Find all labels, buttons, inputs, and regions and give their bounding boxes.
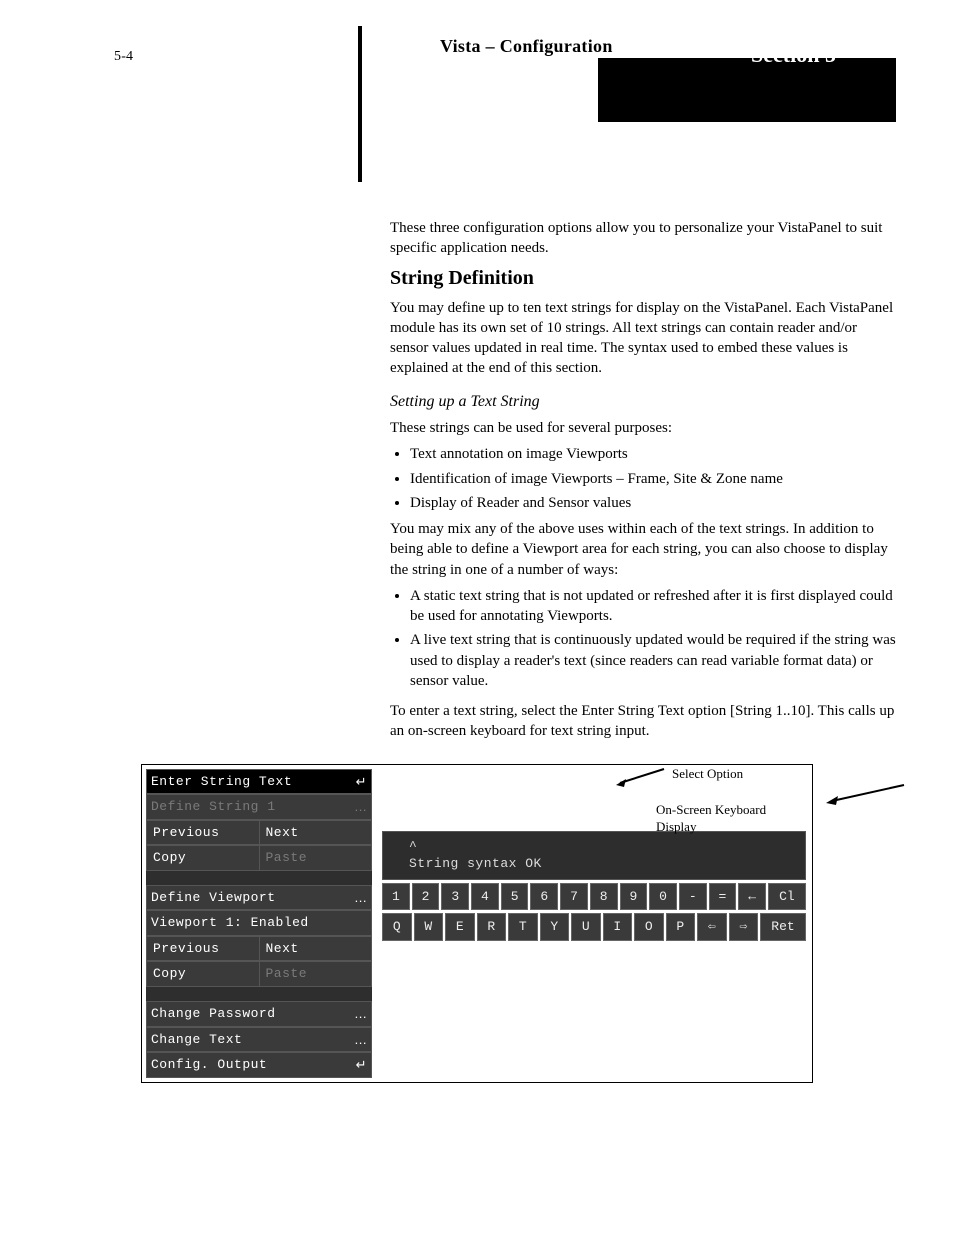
display-modes-list: A static text string that is not updated… xyxy=(390,586,898,691)
section-tab-label: Section 5 xyxy=(751,40,836,70)
key-0[interactable]: 0 xyxy=(649,883,677,911)
ellipsis-icon: ... xyxy=(355,1031,367,1049)
string-definition-p2: You may mix any of the above uses within… xyxy=(390,519,898,580)
menu-item-label: Viewport 1: Enabled xyxy=(151,914,309,932)
key-e[interactable]: E xyxy=(445,913,475,941)
key-right-arrow[interactable]: ⇨ xyxy=(729,913,759,941)
key-1[interactable]: 1 xyxy=(382,883,410,911)
previous-button[interactable]: Previous xyxy=(147,937,260,961)
key-r[interactable]: R xyxy=(477,913,507,941)
key-w[interactable]: W xyxy=(414,913,444,941)
key-i[interactable]: I xyxy=(603,913,633,941)
copy-button[interactable]: Copy xyxy=(147,962,260,986)
key-backspace[interactable]: ← xyxy=(738,883,766,911)
caret-indicator: ^ xyxy=(409,838,779,856)
key-4[interactable]: 4 xyxy=(471,883,499,911)
menu-item-change-password[interactable]: Change Password ... xyxy=(146,1001,372,1027)
key-9[interactable]: 9 xyxy=(620,883,648,911)
menu-item-change-text[interactable]: Change Text ... xyxy=(146,1027,372,1053)
return-icon: ↵ xyxy=(356,773,367,791)
menu-row-copy-paste: Copy Paste xyxy=(146,845,372,871)
menu-row-prev-next: Previous Next xyxy=(146,820,372,846)
menu-item-label: Change Text xyxy=(151,1031,242,1049)
key-y[interactable]: Y xyxy=(540,913,570,941)
key-minus[interactable]: - xyxy=(679,883,707,911)
key-u[interactable]: U xyxy=(571,913,601,941)
list-item: Display of Reader and Sensor values xyxy=(410,493,898,513)
ellipsis-icon: ... xyxy=(355,889,367,907)
key-5[interactable]: 5 xyxy=(501,883,529,911)
keyboard-row-2: Q W E R T Y U I O P ⇦ ⇨ Ret xyxy=(382,913,806,941)
paste-button[interactable]: Paste xyxy=(260,962,372,986)
list-item: A static text string that is not updated… xyxy=(410,586,898,627)
key-6[interactable]: 6 xyxy=(530,883,558,911)
previous-button[interactable]: Previous xyxy=(147,821,260,845)
intro-paragraph: These three configuration options allow … xyxy=(390,218,898,259)
callout-keyboard-display: On-Screen Keyboard Display xyxy=(656,801,808,836)
arrow-icon xyxy=(616,767,666,787)
paste-button[interactable]: Paste xyxy=(260,846,372,870)
arrow-icon xyxy=(826,783,906,805)
key-left-arrow[interactable]: ⇦ xyxy=(697,913,727,941)
menu-item-viewport-status[interactable]: Viewport 1: Enabled xyxy=(146,910,372,936)
menu-item-label: Enter String Text xyxy=(151,773,292,791)
ellipsis-icon: ... xyxy=(355,798,367,816)
keyboard-row-1: 1 2 3 4 5 6 7 8 9 0 - = ← Cl xyxy=(382,883,806,911)
key-7[interactable]: 7 xyxy=(560,883,588,911)
menu-item-label: Define Viewport xyxy=(151,889,276,907)
menu-item-label: Define String 1 xyxy=(151,798,276,816)
keyboard-display-box: ^ String syntax OK xyxy=(382,831,806,880)
string-definition-p1: You may define up to ten text strings fo… xyxy=(390,298,898,379)
key-o[interactable]: O xyxy=(634,913,664,941)
menu-item-define-viewport[interactable]: Define Viewport ... xyxy=(146,885,372,911)
purposes-list: Text annotation on image Viewports Ident… xyxy=(390,444,898,513)
next-button[interactable]: Next xyxy=(260,937,372,961)
key-p[interactable]: P xyxy=(666,913,696,941)
menu-row-copy-paste-2: Copy Paste xyxy=(146,961,372,987)
return-icon: ↵ xyxy=(356,1056,367,1074)
ellipsis-icon: ... xyxy=(355,1005,367,1023)
string-definition-heading: String Definition xyxy=(390,265,898,292)
enter-string-note: To enter a text string, select the Enter… xyxy=(390,701,898,742)
menu-row-prev-next-2: Previous Next xyxy=(146,936,372,962)
manual-title: Vista – Configuration xyxy=(440,34,613,58)
list-item: Identification of image Viewports – Fram… xyxy=(410,469,898,489)
key-clear[interactable]: Cl xyxy=(768,883,806,911)
key-8[interactable]: 8 xyxy=(590,883,618,911)
keyboard-status: String syntax OK xyxy=(409,855,779,873)
menu-item-label: Config. Output xyxy=(151,1056,267,1074)
page-number: 5-4 xyxy=(114,48,133,67)
purposes-intro: These strings can be used for several pu… xyxy=(390,418,898,438)
key-t[interactable]: T xyxy=(508,913,538,941)
chapter-tab-bar: Section 5 xyxy=(598,58,896,122)
key-return[interactable]: Ret xyxy=(760,913,806,941)
menu-item-enter-string[interactable]: Enter String Text ↵ xyxy=(146,769,372,795)
list-item: A live text string that is continuously … xyxy=(410,630,898,691)
figure-string-keyboard: Enter String Text ↵ Define String 1 ... … xyxy=(141,764,813,1083)
list-item: Text annotation on image Viewports xyxy=(410,444,898,464)
setting-up-subheading: Setting up a Text String xyxy=(390,391,898,413)
key-3[interactable]: 3 xyxy=(441,883,469,911)
menu-panel: Enter String Text ↵ Define String 1 ... … xyxy=(146,769,372,1078)
key-equals[interactable]: = xyxy=(709,883,737,911)
copy-button[interactable]: Copy xyxy=(147,846,260,870)
header-rule xyxy=(358,26,362,182)
menu-item-label: Change Password xyxy=(151,1005,276,1023)
key-q[interactable]: Q xyxy=(382,913,412,941)
keyboard-panel: Select Option On-Screen Keyboard Display… xyxy=(376,769,808,941)
next-button[interactable]: Next xyxy=(260,821,372,845)
callout-select-option: Select Option xyxy=(672,765,743,783)
menu-item-define-string[interactable]: Define String 1 ... xyxy=(146,794,372,820)
menu-item-config-output[interactable]: Config. Output ↵ xyxy=(146,1052,372,1078)
key-2[interactable]: 2 xyxy=(412,883,440,911)
